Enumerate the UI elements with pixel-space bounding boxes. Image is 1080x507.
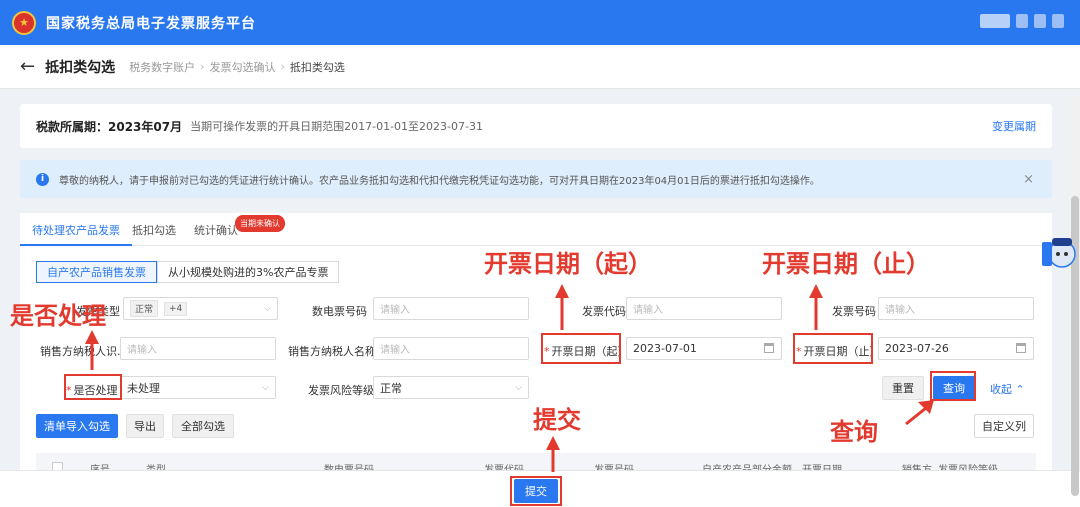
- annotation-arrows: [85, 284, 934, 472]
